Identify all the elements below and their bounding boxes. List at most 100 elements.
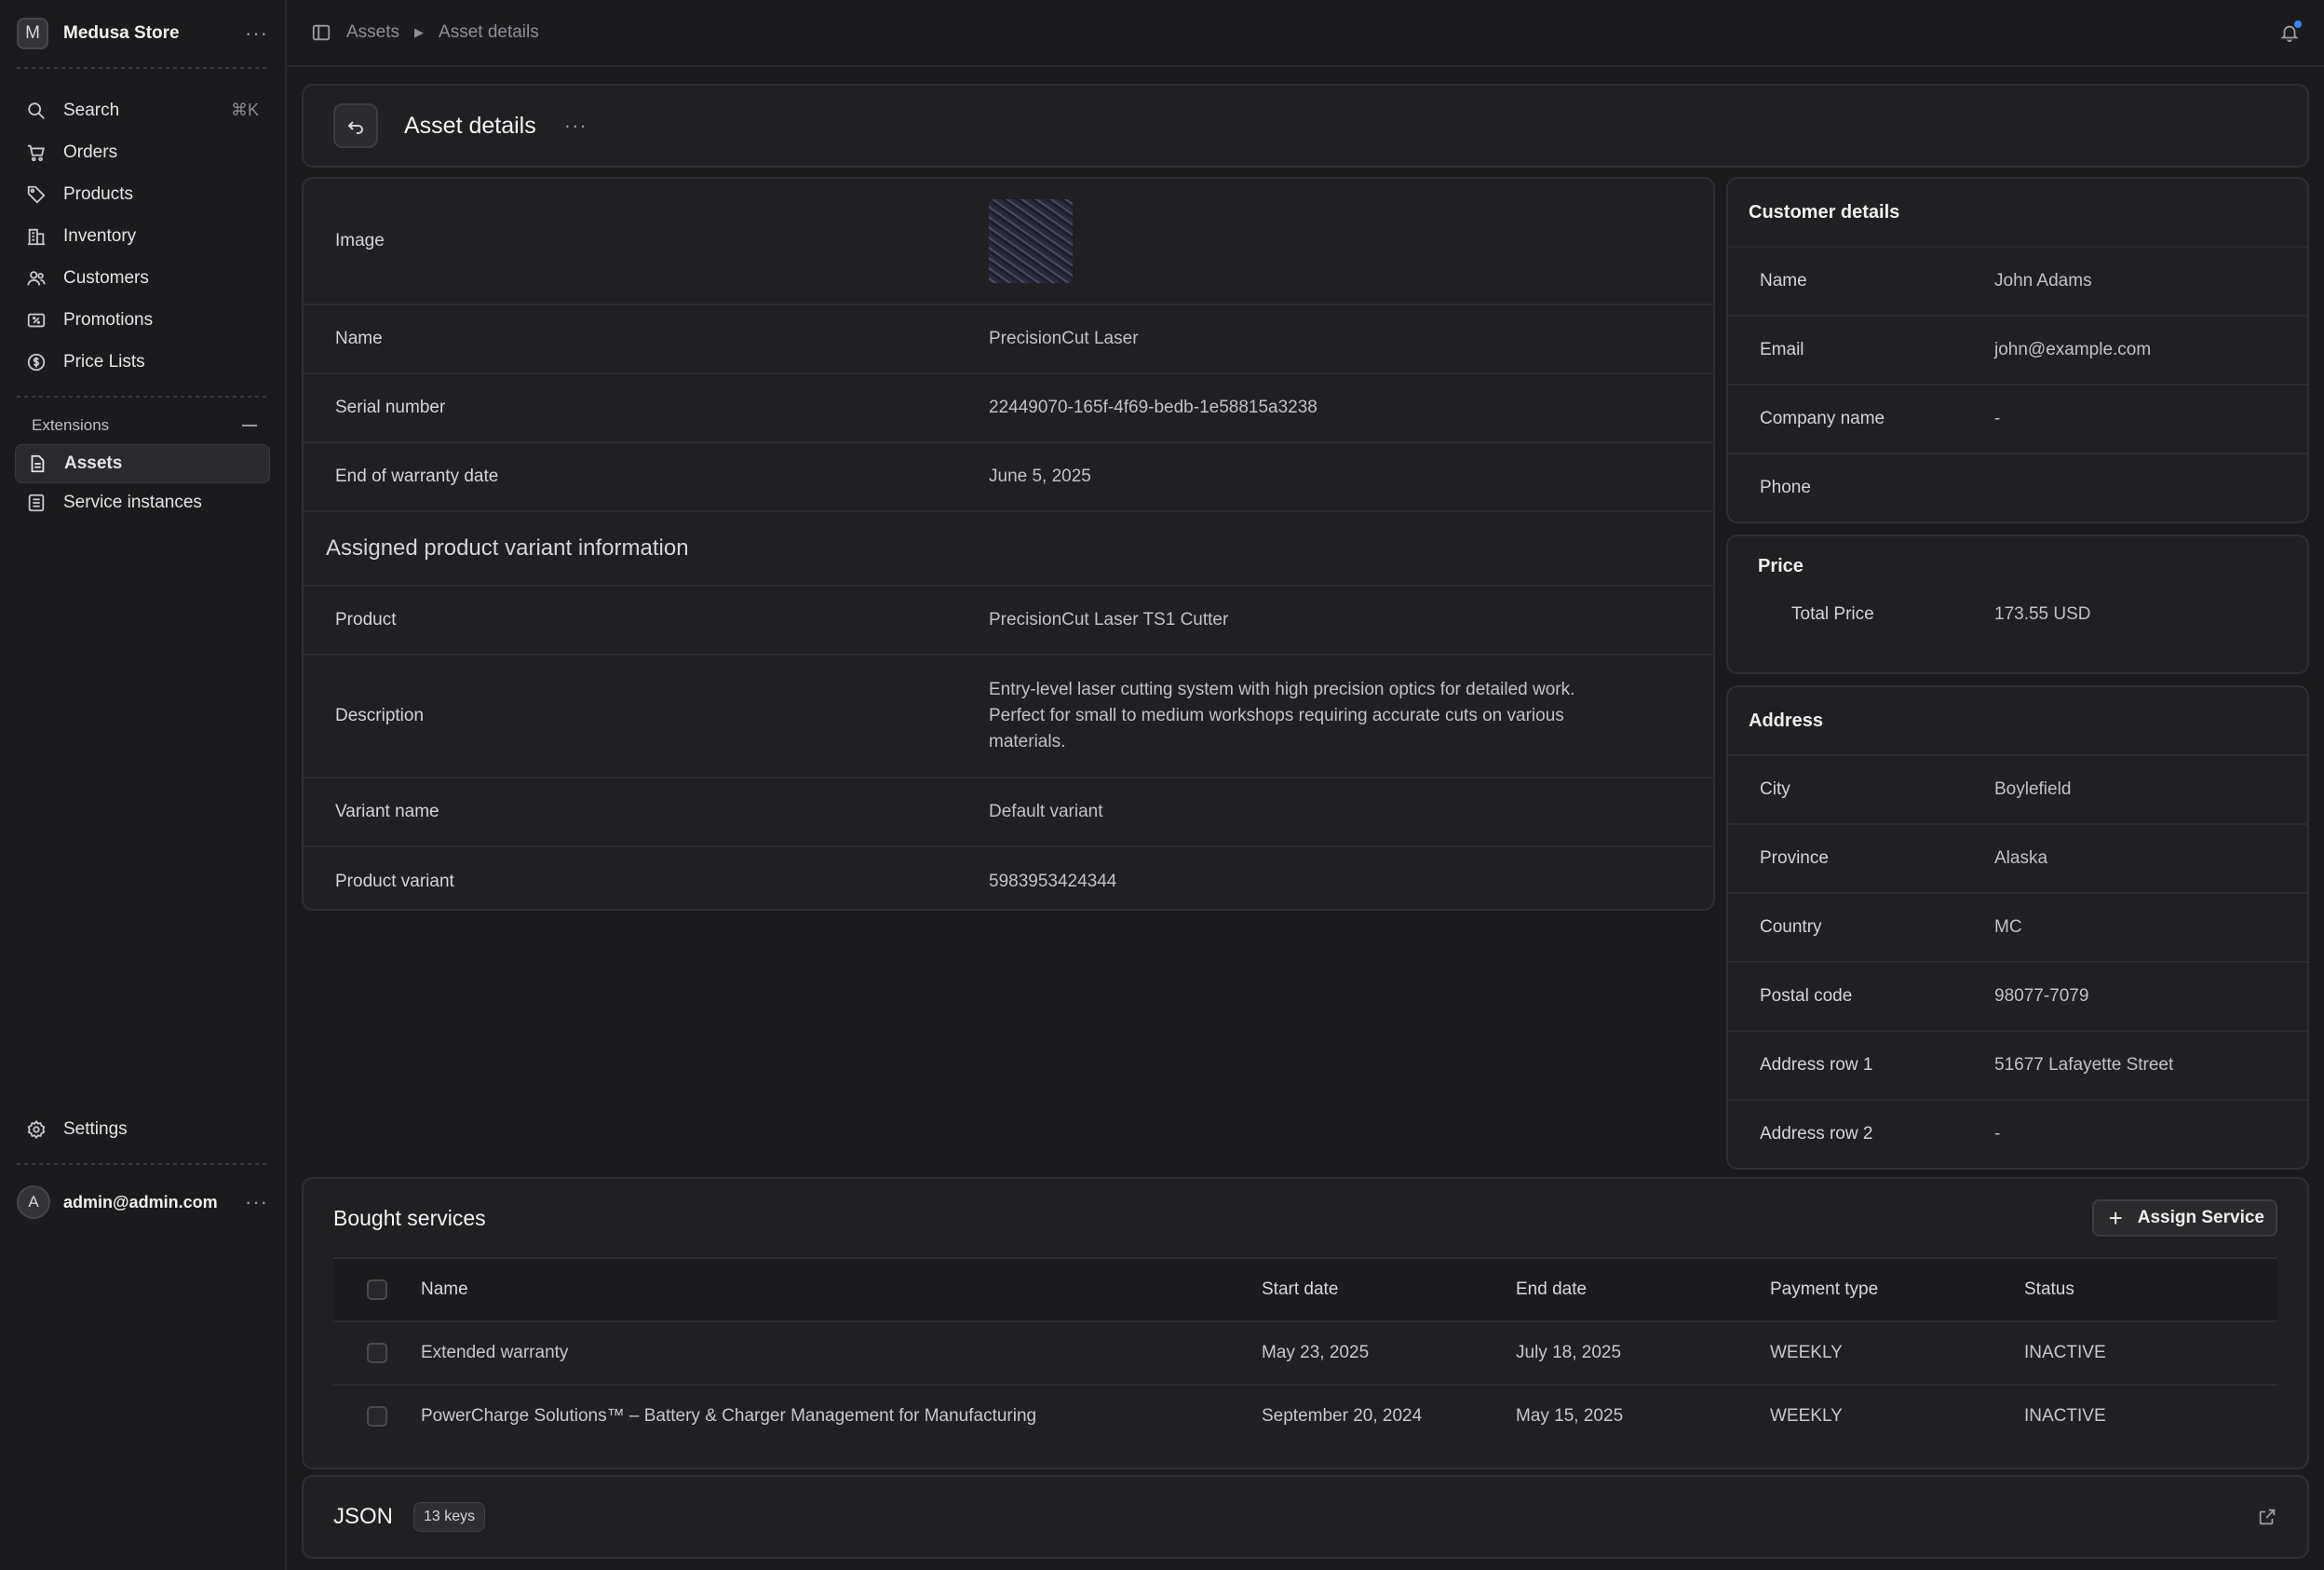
service-payment-type: WEEKLY (1770, 1406, 1843, 1426)
cart-icon (26, 142, 47, 163)
sidebar-item-label: Settings (63, 1118, 128, 1139)
column-header-status[interactable]: Status (2024, 1279, 2277, 1300)
detail-label: Serial number (335, 398, 446, 417)
bought-services-card: Bought services + Assign Service Name St… (302, 1177, 2309, 1469)
search-shortcut: ⌘K (230, 101, 259, 119)
detail-value: 173.55 USD (1994, 604, 2091, 624)
user-menu-icon[interactable]: ··· (245, 1192, 268, 1212)
table-row[interactable]: PowerCharge Solutions™ – Battery & Charg… (333, 1384, 2277, 1447)
column-header-name[interactable]: Name (421, 1279, 1262, 1300)
breadcrumb-assets[interactable]: Assets (346, 22, 399, 43)
address-card: Address City Boylefield Province Alaska … (1726, 685, 2309, 1170)
asset-image (989, 199, 1073, 283)
detail-value: Boylefield (1994, 779, 2072, 799)
column-header-payment[interactable]: Payment type (1770, 1279, 2024, 1300)
sidebar-divider (17, 67, 268, 69)
users-icon (26, 268, 47, 289)
detail-row-product-variant: Product variant 5983953424344 (304, 847, 1713, 909)
sidebar-item-label: Assets (64, 453, 123, 473)
customer-row-email: Email john@example.com (1728, 317, 2307, 386)
user-menu[interactable]: A admin@admin.com ··· (0, 1174, 285, 1230)
extensions-heading[interactable]: Extensions (0, 407, 285, 444)
breadcrumb-asset-details: Asset details (439, 22, 539, 42)
detail-label: End of warranty date (335, 467, 499, 486)
store-menu-icon[interactable]: ··· (245, 23, 268, 44)
sidebar-divider (17, 396, 268, 398)
detail-label: Image (335, 231, 385, 250)
detail-value: john@example.com (1994, 340, 2152, 359)
detail-label: Variant name (335, 802, 439, 821)
sidebar-toggle-icon[interactable] (311, 22, 331, 43)
detail-label: Address row 2 (1760, 1124, 1873, 1144)
receipt-icon (26, 310, 47, 331)
price-row-total: Total Price 173.55 USD (1728, 596, 2307, 633)
sidebar-item-label: Orders (63, 142, 118, 162)
sidebar-item-label: Search (63, 100, 120, 120)
sidebar-item-inventory[interactable]: Inventory (0, 215, 285, 257)
sidebar-item-price-lists[interactable]: Price Lists (0, 341, 285, 383)
address-row-province: Province Alaska (1728, 825, 2307, 894)
detail-label: Name (335, 329, 383, 348)
service-end-date: July 18, 2025 (1516, 1343, 1622, 1362)
sidebar-item-promotions[interactable]: Promotions (0, 299, 285, 341)
sidebar-item-service-instances[interactable]: Service instances (0, 483, 285, 522)
address-row-line1: Address row 1 51677 Lafayette Street (1728, 1032, 2307, 1101)
back-button[interactable] (333, 103, 378, 148)
detail-value: Entry-level laser cutting system with hi… (989, 680, 1575, 751)
gear-icon (26, 1119, 47, 1140)
sidebar-item-label: Products (63, 183, 133, 204)
service-start-date: September 20, 2024 (1262, 1406, 1423, 1426)
sidebar-item-search[interactable]: Search ⌘K (0, 89, 285, 131)
services-table: Name Start date End date Payment type St… (333, 1257, 2277, 1447)
external-link-icon[interactable] (2257, 1507, 2277, 1527)
extensions-label: Extensions (32, 416, 110, 434)
detail-value: 98077-7079 (1994, 986, 2089, 1006)
button-label: Assign Service (2137, 1208, 2264, 1227)
column-header-start[interactable]: Start date (1262, 1279, 1516, 1300)
card-header: Customer details (1728, 179, 2307, 248)
customer-details-card: Customer details Name John Adams Email j… (1726, 177, 2309, 523)
chevron-right-icon: ▶ (414, 25, 425, 39)
page-title: Asset details (404, 112, 536, 139)
detail-row-warranty: End of warranty date June 5, 2025 (304, 443, 1713, 512)
detail-label: Phone (1760, 478, 1811, 497)
service-name: PowerCharge Solutions™ – Battery & Charg… (421, 1406, 1037, 1426)
topbar: Assets ▶ Asset details (287, 0, 2324, 67)
service-start-date: May 23, 2025 (1262, 1343, 1370, 1362)
row-checkbox[interactable] (367, 1406, 387, 1427)
plus-icon: + (2108, 1204, 2123, 1232)
table-row[interactable]: Extended warranty May 23, 2025 July 18, … (333, 1320, 2277, 1384)
assign-service-button[interactable]: + Assign Service (2091, 1199, 2277, 1237)
sidebar-item-products[interactable]: Products (0, 173, 285, 215)
sidebar-item-settings[interactable]: Settings (0, 1108, 285, 1150)
detail-value: - (1994, 409, 2001, 428)
detail-row-variant-name: Variant name Default variant (304, 778, 1713, 847)
collapse-icon[interactable] (242, 425, 257, 426)
service-end-date: May 15, 2025 (1516, 1406, 1624, 1426)
sidebar-item-customers[interactable]: Customers (0, 257, 285, 299)
detail-row-image: Image (304, 179, 1713, 305)
avatar: A (17, 1185, 50, 1219)
currency-icon (26, 352, 47, 372)
store-avatar: M (17, 18, 48, 49)
select-all-checkbox[interactable] (367, 1279, 387, 1300)
detail-value: PrecisionCut Laser TS1 Cutter (989, 610, 1229, 629)
address-row-postal: Postal code 98077-7079 (1728, 963, 2307, 1032)
asset-details-card: Image Name PrecisionCut Laser Serial num… (302, 177, 1715, 911)
sidebar-item-orders[interactable]: Orders (0, 131, 285, 173)
page-actions-icon[interactable]: ··· (564, 115, 588, 136)
customer-row-phone: Phone (1728, 454, 2307, 521)
detail-label: Product variant (335, 872, 454, 891)
document-icon (27, 453, 47, 474)
sidebar-item-assets[interactable]: Assets (15, 444, 270, 483)
store-switcher[interactable]: M Medusa Store ··· (0, 0, 285, 67)
detail-value: Alaska (1994, 848, 2048, 868)
row-checkbox[interactable] (367, 1343, 387, 1363)
column-header-end[interactable]: End date (1516, 1279, 1770, 1300)
bell-icon[interactable] (2279, 20, 2302, 43)
sidebar-item-label: Inventory (63, 225, 137, 246)
detail-label: Country (1760, 917, 1822, 937)
arrow-back-icon (347, 121, 363, 134)
detail-label: Email (1760, 340, 1804, 359)
main-nav: Search ⌘K Orders Products Inventory Cust… (0, 78, 285, 383)
